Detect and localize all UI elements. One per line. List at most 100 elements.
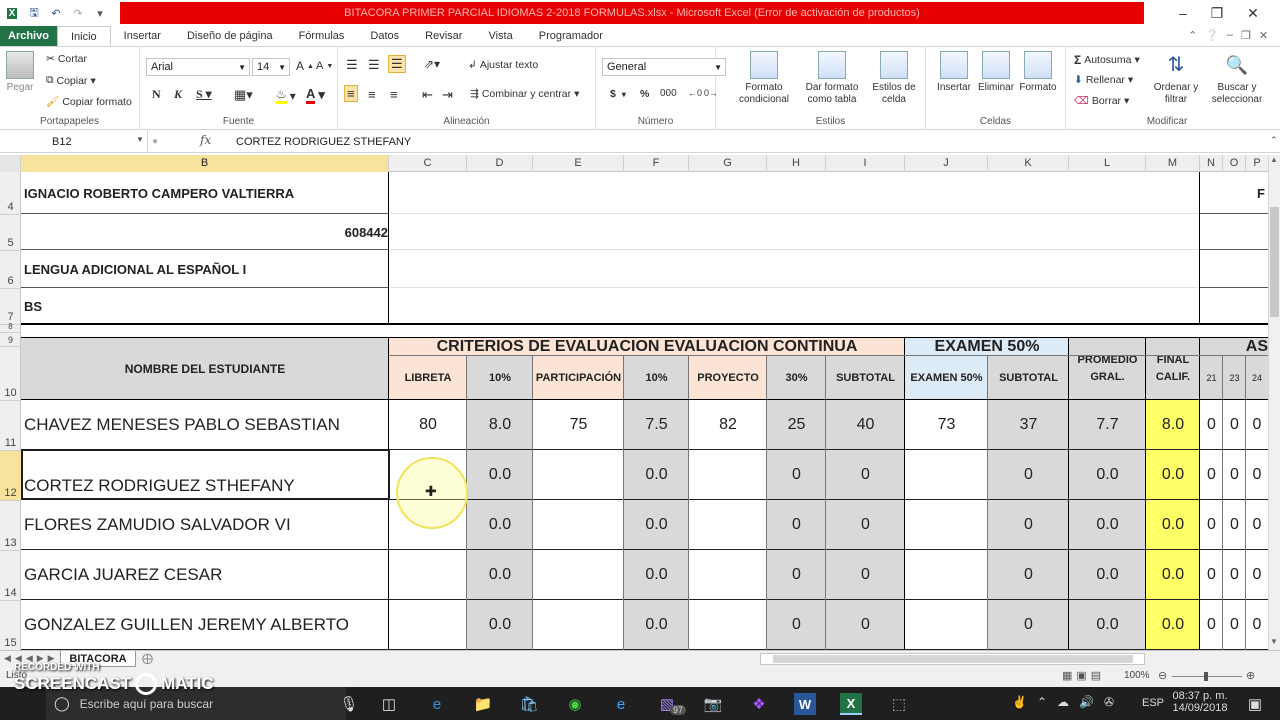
decrease-indent-icon[interactable]: ⇤ [422,87,433,103]
grade-cell-sub2[interactable]: 37 [988,400,1069,450]
minimize-icon[interactable]: – [1166,0,1200,26]
name-box[interactable]: B12 [0,131,148,152]
grade-cell-proy[interactable] [689,500,767,550]
cell-B6-subject[interactable]: LENGUA ADICIONAL AL ESPAÑOL I [24,250,388,288]
number-format-select[interactable]: General ▼ [602,58,726,76]
grade-cell-avg[interactable]: 7.7 [1069,400,1146,450]
increase-indent-icon[interactable]: ⇥ [442,87,453,103]
grade-cell-p2[interactable]: 0.0 [624,450,689,500]
grade-cell-exam[interactable] [905,550,988,600]
fill-color-icon[interactable]: ♨ ▾ [276,87,296,104]
attendance-cell[interactable]: 0 [1223,400,1246,450]
window-min-icon[interactable]: – [1227,29,1233,42]
column-header-J[interactable]: J [905,155,988,172]
column-header-E[interactable]: E [533,155,624,172]
align-right-icon[interactable]: ≡ [390,87,398,102]
grade-cell-avg[interactable]: 0.0 [1069,600,1146,650]
grade-cell-part[interactable] [533,600,624,650]
close-icon[interactable]: ✕ [1236,0,1270,26]
edge-icon[interactable]: e [426,693,448,715]
align-middle-icon[interactable]: ☰ [368,57,380,73]
subheader-pct-1[interactable]: 10% [467,356,533,400]
borders-icon[interactable]: ▦▾ [234,87,253,103]
font-color-icon[interactable]: A ▾ [306,86,325,104]
header-exam[interactable]: EXAMEN 50% [905,338,1069,356]
grade-cell-exam[interactable] [905,450,988,500]
tab-insertar[interactable]: Insertar [111,26,174,46]
name-box-dropdown-icon[interactable]: ▼ [136,135,144,144]
student-name[interactable]: FLORES ZAMUDIO SALVADOR VI [24,500,388,550]
header-continuous-criteria[interactable]: CRITERIOS DE EVALUACION EVALUACION CONTI… [389,338,905,356]
copy-button[interactable]: ⧉ Copiar ▾ [46,74,96,87]
tab-programador[interactable]: Programador [526,26,616,46]
attendance-cell[interactable]: 0 [1246,550,1268,600]
subheader-participacion[interactable]: PARTICIPACIÓN [533,356,624,400]
horizontal-scrollbar[interactable] [760,653,1145,665]
formula-input[interactable]: CORTEZ RODRIGUEZ STHEFANY [236,131,411,152]
row-header-9[interactable]: 9 [0,332,21,346]
column-header-I[interactable]: I [826,155,905,172]
attendance-cell[interactable]: 0 [1200,400,1223,450]
zoom-level[interactable]: 100% [1124,670,1150,681]
help-icon[interactable]: ❔ [1205,29,1219,42]
row-header-4[interactable]: 4 [0,172,21,214]
grade-cell-p1[interactable]: 0.0 [467,550,533,600]
action-center-icon[interactable]: ▣ [1244,693,1266,715]
increase-decimal-icon[interactable]: ←0 [688,88,702,98]
select-all-corner[interactable] [0,155,21,172]
window-close-icon[interactable]: ✕ [1259,29,1268,42]
grade-cell-p1[interactable]: 0.0 [467,600,533,650]
attendance-cell[interactable]: 0 [1200,550,1223,600]
window-restore-icon[interactable]: ❐ [1241,29,1251,42]
microphone-icon[interactable]: 🎙 [338,693,360,715]
zoom-in-icon[interactable]: ⊕ [1246,669,1255,682]
sort-filter-button[interactable]: ⇅ Ordenar y filtrar [1148,49,1204,106]
horizontal-scroll-thumb[interactable] [773,655,1133,663]
tab-formulas[interactable]: Fórmulas [286,26,358,46]
grade-cell-sub[interactable]: 0 [826,450,905,500]
attendance-cell[interactable]: 0 [1200,500,1223,550]
save-icon[interactable]: 🖫 [26,5,42,21]
tab-archivo[interactable]: Archivo [0,26,57,46]
column-header-G[interactable]: G [689,155,767,172]
fill-button[interactable]: ⬇ Rellenar ▾ [1074,74,1133,86]
cell-B7-group[interactable]: BS [24,288,388,324]
align-left-icon[interactable]: ≡ [344,85,358,102]
bold-button[interactable]: N [152,87,161,102]
column-header-N[interactable]: N [1200,155,1223,172]
row-header-8[interactable]: 8 [0,323,21,332]
row-header-12[interactable]: 12 [0,450,21,500]
excel-logo-icon[interactable]: X [4,5,20,21]
grade-cell-sub2[interactable]: 0 [988,500,1069,550]
conditional-format-button[interactable]: Formato condicional [736,49,792,106]
attendance-cell[interactable]: 0 [1223,550,1246,600]
grade-cell-part[interactable] [533,550,624,600]
header-student-name[interactable]: NOMBRE DEL ESTUDIANTE [21,338,389,400]
column-header-H[interactable]: H [767,155,826,172]
column-header-B[interactable]: B [21,155,389,172]
align-top-icon[interactable]: ☰ [346,57,358,73]
grade-cell-p1[interactable]: 8.0 [467,400,533,450]
subheader-day-3[interactable]: 24 [1246,356,1268,400]
attendance-cell[interactable]: 0 [1246,450,1268,500]
grade-cell-part[interactable]: 75 [533,400,624,450]
shrink-font-icon[interactable]: A ▼ [316,60,333,72]
file-explorer-icon[interactable]: 📁 [472,693,494,715]
excel-taskbar-icon[interactable]: X [840,693,862,715]
insert-function-icon[interactable]: fx [200,133,211,147]
header-average[interactable]: PROMEDIO GRAL. [1069,338,1146,400]
grade-cell-avg[interactable]: 0.0 [1069,550,1146,600]
row-header-11[interactable]: 11 [0,400,21,450]
tab-diseno-pagina[interactable]: Diseño de página [174,26,286,46]
grade-cell-final[interactable]: 0.0 [1146,550,1200,600]
grade-cell-part[interactable] [533,500,624,550]
worksheet-grid[interactable]: IGNACIO ROBERTO CAMPERO VALTIERRA 608442… [21,172,1268,650]
row-header-15[interactable]: 15 [0,600,21,650]
grade-cell-sub2[interactable]: 0 [988,600,1069,650]
header-final[interactable]: FINAL CALIF. [1146,338,1200,400]
row-header-13[interactable]: 13 [0,500,21,550]
subheader-pct-2[interactable]: 10% [624,356,689,400]
thousands-button[interactable]: 000 [660,88,677,99]
attendance-cell[interactable]: 0 [1200,600,1223,650]
attendance-cell[interactable]: 0 [1223,450,1246,500]
